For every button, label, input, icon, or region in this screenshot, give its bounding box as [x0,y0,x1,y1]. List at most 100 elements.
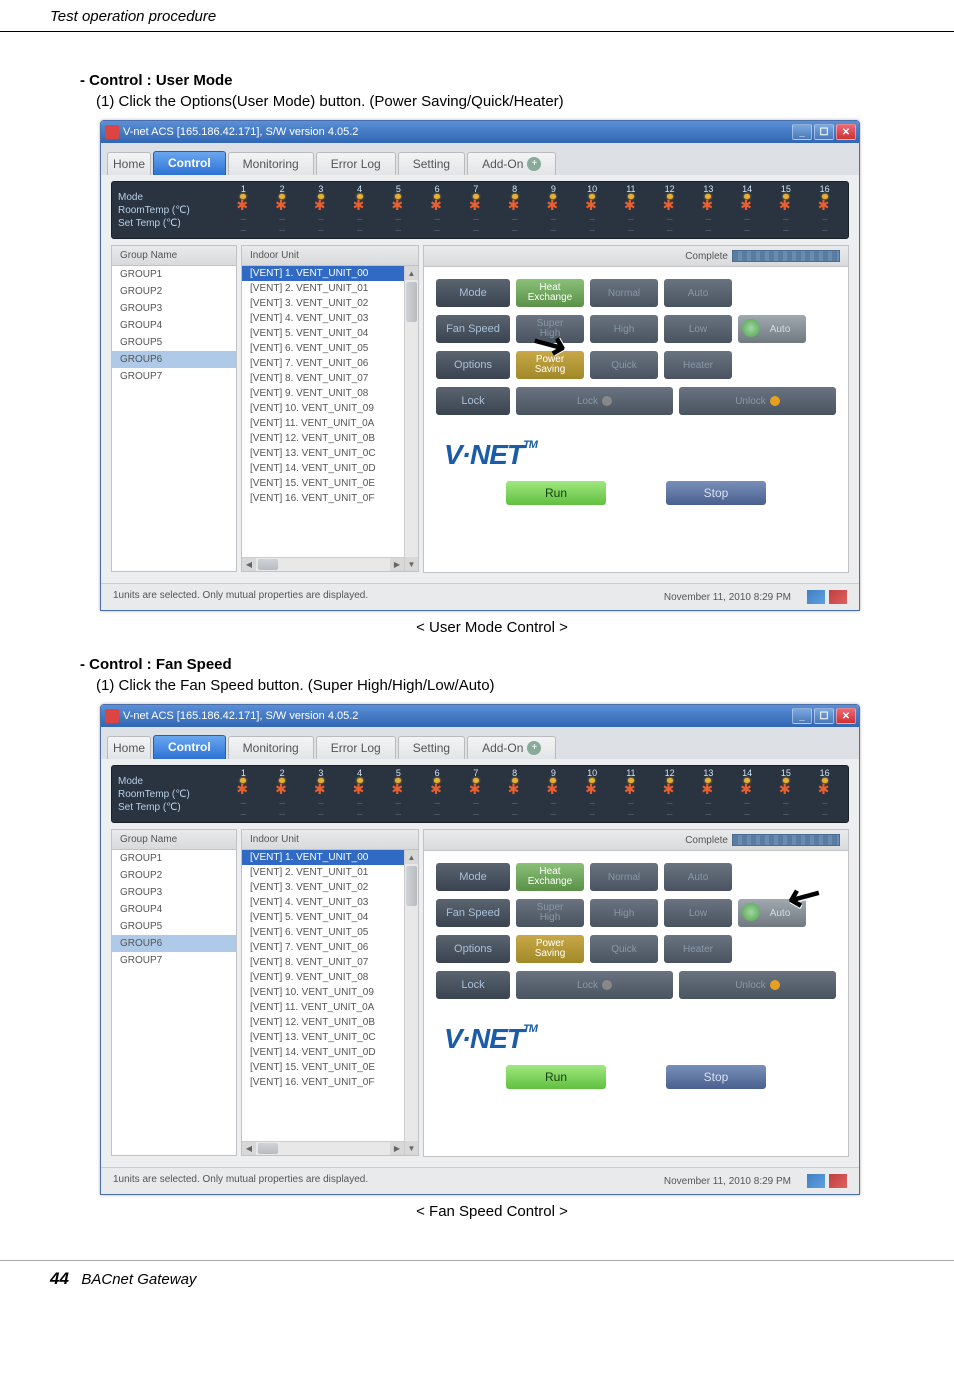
options-heater-button[interactable]: Heater [664,935,732,963]
tab-addon[interactable]: Add-On+ [467,736,556,759]
minimize-button[interactable]: _ [792,124,812,140]
unit-item[interactable]: [VENT] 7. VENT_UNIT_06 [242,356,418,371]
scroll-thumb[interactable] [406,282,417,322]
group-item[interactable]: GROUP1 [112,266,236,283]
unit-item[interactable]: [VENT] 14. VENT_UNIT_0D [242,1045,418,1060]
unit-item[interactable]: [VENT] 9. VENT_UNIT_08 [242,970,418,985]
fan-high-button[interactable]: High [590,315,658,343]
options-quick-button[interactable]: Quick [590,935,658,963]
lock-button[interactable]: Lock [516,971,673,999]
hscroll-right-button[interactable]: ▶ [390,1142,404,1155]
unit-item[interactable]: [VENT] 8. VENT_UNIT_07 [242,955,418,970]
unit-item[interactable]: [VENT] 10. VENT_UNIT_09 [242,401,418,416]
group-item[interactable]: GROUP5 [112,334,236,351]
group-item[interactable]: GROUP3 [112,884,236,901]
unit-item[interactable]: [VENT] 1. VENT_UNIT_00 [242,266,418,281]
scroll-thumb[interactable] [406,866,417,906]
unit-item[interactable]: [VENT] 6. VENT_UNIT_05 [242,341,418,356]
mode-heat-button[interactable]: Heat Exchange [516,863,584,891]
group-list[interactable]: GROUP1GROUP2GROUP3GROUP4GROUP5GROUP6GROU… [111,266,237,572]
scroll-up-button[interactable]: ▲ [405,850,418,864]
fan-auto-button[interactable]: Auto [738,315,806,343]
options-power-button[interactable]: Power Saving [516,935,584,963]
hscroll-left-button[interactable]: ◀ [242,1142,256,1155]
hscroll-thumb[interactable] [258,559,278,570]
mode-auto-button[interactable]: Auto [664,863,732,891]
unit-item[interactable]: [VENT] 12. VENT_UNIT_0B [242,1015,418,1030]
tab-home[interactable]: Home [107,152,151,175]
options-quick-button[interactable]: Quick [590,351,658,379]
mode-auto-button[interactable]: Auto [664,279,732,307]
unit-item[interactable]: [VENT] 13. VENT_UNIT_0C [242,1030,418,1045]
minimize-button[interactable]: _ [792,708,812,724]
maximize-button[interactable]: ☐ [814,708,834,724]
mode-heat-button[interactable]: Heat Exchange [516,279,584,307]
lock-button[interactable]: Lock [516,387,673,415]
unit-item[interactable]: [VENT] 3. VENT_UNIT_02 [242,296,418,311]
unit-item[interactable]: [VENT] 11. VENT_UNIT_0A [242,416,418,431]
unit-item[interactable]: [VENT] 2. VENT_UNIT_01 [242,865,418,880]
unit-item[interactable]: [VENT] 13. VENT_UNIT_0C [242,446,418,461]
unit-item[interactable]: [VENT] 15. VENT_UNIT_0E [242,1060,418,1075]
unit-item[interactable]: [VENT] 6. VENT_UNIT_05 [242,925,418,940]
scrollbar[interactable]: ▲ ▼ [404,850,418,1155]
unit-item[interactable]: [VENT] 4. VENT_UNIT_03 [242,311,418,326]
run-button[interactable]: Run [506,1065,606,1089]
tab-control[interactable]: Control [153,735,226,759]
group-item[interactable]: GROUP4 [112,901,236,918]
fan-superhigh-button[interactable]: Super High [516,899,584,927]
hscrollbar[interactable]: ◀ ▶ [242,1141,404,1155]
stop-button[interactable]: Stop [666,1065,766,1089]
tab-monitoring[interactable]: Monitoring [228,736,314,759]
hscrollbar[interactable]: ◀ ▶ [242,557,404,571]
unit-item[interactable]: [VENT] 16. VENT_UNIT_0F [242,1075,418,1090]
unit-item[interactable]: [VENT] 16. VENT_UNIT_0F [242,491,418,506]
group-item[interactable]: GROUP5 [112,918,236,935]
unit-item[interactable]: [VENT] 12. VENT_UNIT_0B [242,431,418,446]
tab-addon[interactable]: Add-On+ [467,152,556,175]
unlock-button[interactable]: Unlock [679,387,836,415]
tab-errorlog[interactable]: Error Log [316,152,396,175]
group-item[interactable]: GROUP6 [112,935,236,952]
group-item[interactable]: GROUP4 [112,317,236,334]
unit-item[interactable]: [VENT] 3. VENT_UNIT_02 [242,880,418,895]
hscroll-thumb[interactable] [258,1143,278,1154]
unit-item[interactable]: [VENT] 4. VENT_UNIT_03 [242,895,418,910]
close-button[interactable]: ✕ [836,708,856,724]
fan-low-button[interactable]: Low [664,899,732,927]
tab-monitoring[interactable]: Monitoring [228,152,314,175]
unit-item[interactable]: [VENT] 2. VENT_UNIT_01 [242,281,418,296]
unit-item[interactable]: [VENT] 14. VENT_UNIT_0D [242,461,418,476]
mode-normal-button[interactable]: Normal [590,279,658,307]
unit-list[interactable]: [VENT] 1. VENT_UNIT_00[VENT] 2. VENT_UNI… [241,266,419,572]
group-item[interactable]: GROUP7 [112,368,236,385]
mode-normal-button[interactable]: Normal [590,863,658,891]
fan-high-button[interactable]: High [590,899,658,927]
scrollbar[interactable]: ▲ ▼ [404,266,418,571]
unit-item[interactable]: [VENT] 11. VENT_UNIT_0A [242,1000,418,1015]
group-list[interactable]: GROUP1GROUP2GROUP3GROUP4GROUP5GROUP6GROU… [111,850,237,1156]
group-item[interactable]: GROUP6 [112,351,236,368]
hscroll-right-button[interactable]: ▶ [390,558,404,571]
group-item[interactable]: GROUP1 [112,850,236,867]
hscroll-left-button[interactable]: ◀ [242,558,256,571]
unit-item[interactable]: [VENT] 9. VENT_UNIT_08 [242,386,418,401]
maximize-button[interactable]: ☐ [814,124,834,140]
unit-item[interactable]: [VENT] 5. VENT_UNIT_04 [242,326,418,341]
unit-item[interactable]: [VENT] 10. VENT_UNIT_09 [242,985,418,1000]
group-item[interactable]: GROUP2 [112,283,236,300]
close-button[interactable]: ✕ [836,124,856,140]
unit-item[interactable]: [VENT] 15. VENT_UNIT_0E [242,476,418,491]
group-item[interactable]: GROUP2 [112,867,236,884]
unit-item[interactable]: [VENT] 7. VENT_UNIT_06 [242,940,418,955]
fan-low-button[interactable]: Low [664,315,732,343]
tab-errorlog[interactable]: Error Log [316,736,396,759]
tab-setting[interactable]: Setting [398,152,465,175]
scroll-down-button[interactable]: ▼ [405,557,418,571]
stop-button[interactable]: Stop [666,481,766,505]
scroll-down-button[interactable]: ▼ [405,1141,418,1155]
group-item[interactable]: GROUP3 [112,300,236,317]
unit-item[interactable]: [VENT] 8. VENT_UNIT_07 [242,371,418,386]
unit-item[interactable]: [VENT] 1. VENT_UNIT_00 [242,850,418,865]
tab-home[interactable]: Home [107,736,151,759]
